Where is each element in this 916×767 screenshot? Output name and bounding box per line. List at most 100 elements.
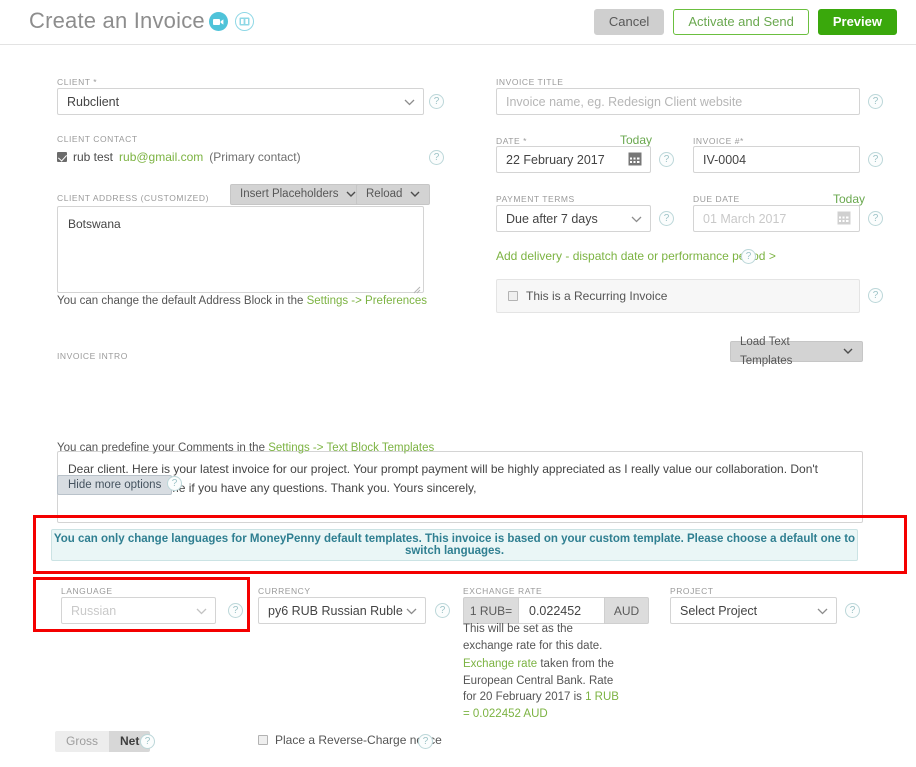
- settings-text-block-templates-link[interactable]: Settings -> Text Block Templates: [268, 442, 434, 454]
- date-help-icon[interactable]: ?: [659, 152, 674, 167]
- client-contact-checkbox[interactable]: [57, 152, 67, 162]
- exchange-rate-input[interactable]: 0.022452: [519, 597, 604, 624]
- address-block-hint: You can change the default Address Block…: [57, 295, 427, 307]
- client-contact-row[interactable]: rub test rub@gmail.com (Primary contact): [57, 150, 301, 164]
- gross-net-help-icon[interactable]: ?: [140, 734, 155, 749]
- currency-help-icon[interactable]: ?: [435, 603, 450, 618]
- chevron-down-icon: [817, 602, 828, 620]
- language-help-icon[interactable]: ?: [228, 603, 243, 618]
- payment-terms-help-icon[interactable]: ?: [659, 211, 674, 226]
- date-value: 22 February 2017: [506, 152, 605, 167]
- address-hint-text: You can change the default Address Block…: [57, 295, 307, 307]
- gross-option[interactable]: Gross: [55, 731, 110, 752]
- video-icon[interactable]: [209, 12, 228, 31]
- client-address-label: CLIENT ADDRESS (CUSTOMIZED): [57, 193, 209, 203]
- client-help-icon[interactable]: ?: [429, 94, 444, 109]
- client-address-value: Botswana: [68, 217, 121, 231]
- invoice-number-help-icon[interactable]: ?: [868, 152, 883, 167]
- chevron-down-icon: [404, 93, 415, 111]
- activate-and-send-button[interactable]: Activate and Send: [673, 9, 809, 35]
- chevron-down-icon: [406, 602, 417, 620]
- page-header: Create an Invoice Cancel Activate and Se…: [0, 0, 916, 45]
- client-select-value: Rubclient: [57, 88, 424, 115]
- project-select-value: Select Project: [670, 597, 837, 624]
- due-date-value: 01 March 2017: [703, 211, 787, 226]
- insert-placeholders-button[interactable]: Insert Placeholders: [230, 184, 367, 205]
- due-date-label: DUE DATE: [693, 194, 740, 204]
- language-select-value: Russian: [61, 597, 216, 624]
- invoice-title-help-icon[interactable]: ?: [868, 94, 883, 109]
- guide-book-icon[interactable]: [235, 12, 254, 31]
- date-today-link[interactable]: Today: [620, 133, 652, 147]
- exchange-rate-group: 1 RUB= 0.022452 AUD: [463, 597, 649, 624]
- title-icon-group: [209, 12, 254, 31]
- insert-placeholders-label: Insert Placeholders: [240, 188, 339, 200]
- reverse-charge-help-icon[interactable]: ?: [418, 734, 433, 749]
- exchange-rate-note: This will be set as the exchange rate fo…: [463, 623, 603, 652]
- currency-label: CURRENCY: [258, 586, 311, 596]
- currency-select-value: py6 RUB Russian Ruble: [258, 597, 426, 624]
- payment-terms-select[interactable]: Due after 7 days: [496, 205, 651, 232]
- currency-select[interactable]: py6 RUB Russian Ruble: [258, 597, 426, 624]
- recurring-invoice-row[interactable]: This is a Recurring Invoice: [496, 279, 860, 313]
- project-select[interactable]: Select Project: [670, 597, 837, 624]
- invoice-intro-label: INVOICE INTRO: [57, 351, 128, 361]
- client-contact-primary-tag: (Primary contact): [209, 150, 301, 164]
- reverse-charge-checkbox[interactable]: [258, 735, 268, 745]
- load-text-templates-button[interactable]: Load Text Templates: [730, 336, 863, 367]
- header-actions: Cancel Activate and Send Preview: [593, 9, 897, 35]
- language-select[interactable]: Russian: [61, 597, 216, 624]
- recurring-invoice-label: This is a Recurring Invoice: [526, 289, 668, 303]
- language-label: LANGUAGE: [61, 586, 113, 596]
- settings-preferences-link[interactable]: Settings -> Preferences: [307, 295, 428, 307]
- invoice-number-label: INVOICE #*: [693, 136, 744, 146]
- payment-terms-label: PAYMENT TERMS: [496, 194, 575, 204]
- create-invoice-page: Create an Invoice Cancel Activate and Se…: [0, 0, 916, 767]
- client-label: CLIENT *: [57, 77, 98, 87]
- due-date-help-icon[interactable]: ?: [868, 211, 883, 226]
- date-label: DATE *: [496, 136, 528, 146]
- client-select[interactable]: Rubclient: [57, 88, 424, 115]
- calendar-icon[interactable]: [837, 211, 851, 228]
- language-template-notice: You can only change languages for MoneyP…: [51, 529, 858, 561]
- project-help-icon[interactable]: ?: [845, 603, 860, 618]
- date-input[interactable]: 22 February 2017: [496, 146, 651, 173]
- chevron-down-icon: [843, 342, 853, 361]
- reverse-charge-row[interactable]: Place a Reverse-Charge notice: [258, 733, 442, 747]
- invoice-title-label: INVOICE TITLE: [496, 77, 564, 87]
- payment-terms-value: Due after 7 days: [496, 205, 651, 232]
- client-address-textarea[interactable]: Botswana: [57, 206, 424, 294]
- comments-hint: You can predefine your Comments in the S…: [57, 442, 434, 454]
- due-date-input[interactable]: 01 March 2017: [693, 205, 860, 232]
- client-contact-label: CLIENT CONTACT: [57, 134, 138, 144]
- resize-handle-icon[interactable]: [412, 281, 421, 294]
- due-date-today-link[interactable]: Today: [833, 192, 865, 206]
- gross-net-toggle[interactable]: Gross Net: [55, 731, 151, 752]
- comments-hint-text: You can predefine your Comments in the: [57, 442, 269, 454]
- invoice-number-input[interactable]: IV-0004: [693, 146, 860, 173]
- recurring-invoice-checkbox[interactable]: [508, 291, 518, 301]
- date-field[interactable]: 22 February 2017: [496, 146, 651, 173]
- client-contact-email[interactable]: rub@gmail.com: [119, 150, 203, 164]
- chevron-down-icon: [410, 185, 420, 204]
- add-delivery-link[interactable]: Add delivery - dispatch date or performa…: [496, 249, 776, 263]
- exchange-rate-source-link[interactable]: Exchange rate: [463, 658, 537, 670]
- invoice-title-input[interactable]: Invoice name, eg. Redesign Client websit…: [496, 88, 860, 115]
- client-contact-name: rub test: [73, 150, 114, 164]
- hide-more-options-button[interactable]: Hide more options: [57, 475, 173, 495]
- reload-address-button[interactable]: Reload: [356, 184, 431, 205]
- chevron-down-icon: [346, 185, 356, 204]
- due-date-field[interactable]: 01 March 2017: [693, 205, 860, 232]
- recurring-invoice-help-icon[interactable]: ?: [868, 288, 883, 303]
- exchange-rate-suffix: AUD: [604, 597, 649, 624]
- more-options-help-icon[interactable]: ?: [167, 476, 182, 491]
- load-text-templates-label: Load Text Templates: [740, 335, 793, 367]
- project-label: PROJECT: [670, 586, 714, 596]
- preview-button[interactable]: Preview: [817, 9, 897, 35]
- add-delivery-help-icon[interactable]: ?: [741, 249, 756, 264]
- cancel-button[interactable]: Cancel: [593, 9, 665, 35]
- chevron-down-icon: [196, 602, 207, 620]
- client-contact-help-icon[interactable]: ?: [429, 150, 444, 165]
- calendar-icon[interactable]: [628, 152, 642, 169]
- exchange-rate-source: Exchange rate taken from the European Ce…: [463, 656, 623, 723]
